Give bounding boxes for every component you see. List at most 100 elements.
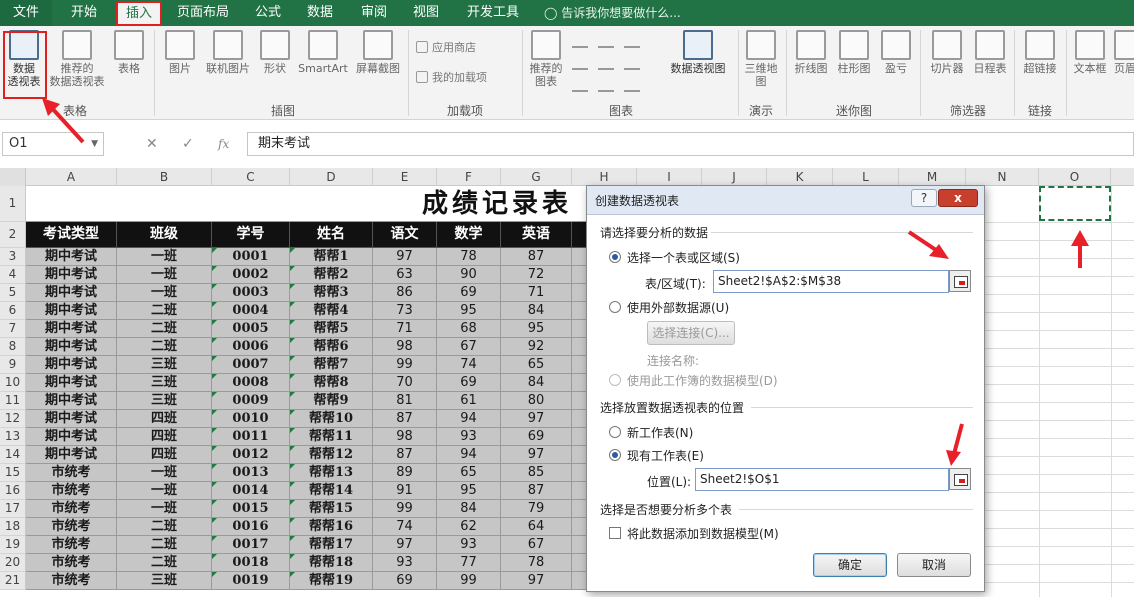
- table-header-cell[interactable]: 姓名: [290, 222, 373, 248]
- table-cell[interactable]: 市统考: [26, 464, 117, 482]
- column-chart-icon[interactable]: [572, 34, 588, 48]
- table-cell[interactable]: 二班: [117, 536, 212, 554]
- table-cell[interactable]: 97: [373, 536, 437, 554]
- row-header[interactable]: 19: [0, 536, 26, 554]
- table-cell[interactable]: 期中考试: [26, 356, 117, 374]
- bar-chart-icon[interactable]: [598, 78, 614, 92]
- table-cell[interactable]: 70: [373, 374, 437, 392]
- table-header-cell[interactable]: 数学: [437, 222, 501, 248]
- table-cell[interactable]: 0015: [212, 500, 290, 518]
- table-cell[interactable]: 61: [437, 392, 501, 410]
- row-header[interactable]: 12: [0, 410, 26, 428]
- online-picture-button[interactable]: 联机图片: [202, 30, 254, 75]
- table-cell[interactable]: 97: [501, 446, 572, 464]
- table-cell[interactable]: 市统考: [26, 500, 117, 518]
- recommended-charts-button[interactable]: 推荐的 图表: [526, 30, 566, 88]
- table-cell[interactable]: 80: [501, 392, 572, 410]
- table-cell[interactable]: 市统考: [26, 518, 117, 536]
- help-button[interactable]: ?: [911, 189, 937, 207]
- row-header[interactable]: 1: [0, 186, 26, 222]
- screenshot-button[interactable]: 屏幕截图: [352, 30, 404, 75]
- row-header[interactable]: 20: [0, 554, 26, 572]
- cancel-icon[interactable]: ✕: [146, 132, 158, 156]
- column-header-f[interactable]: F: [437, 168, 501, 186]
- table-cell[interactable]: 94: [437, 410, 501, 428]
- row-header[interactable]: 6: [0, 302, 26, 320]
- sheet-title[interactable]: 成绩记录表: [26, 186, 586, 222]
- table-cell[interactable]: 97: [501, 410, 572, 428]
- my-addins-button[interactable]: 我的加载项: [416, 70, 487, 86]
- line-chart-icon[interactable]: [572, 56, 588, 70]
- table-cell[interactable]: 帮帮14: [290, 482, 373, 500]
- table-cell[interactable]: 87: [501, 482, 572, 500]
- column-header-j[interactable]: J: [702, 168, 767, 186]
- table-cell[interactable]: 0019: [212, 572, 290, 590]
- column-header-h[interactable]: H: [572, 168, 637, 186]
- table-cell[interactable]: 65: [437, 464, 501, 482]
- table-cell[interactable]: 69: [501, 428, 572, 446]
- shapes-button[interactable]: 形状: [258, 30, 292, 75]
- table-cell[interactable]: 92: [501, 338, 572, 356]
- choose-connection-button[interactable]: 选择连接(C)...: [647, 321, 735, 345]
- table-cell[interactable]: 74: [437, 356, 501, 374]
- radio-existing-sheet[interactable]: [609, 449, 621, 461]
- radio-new-sheet[interactable]: [609, 426, 621, 438]
- table-cell[interactable]: 市统考: [26, 482, 117, 500]
- table-cell[interactable]: 98: [373, 428, 437, 446]
- table-cell[interactable]: 帮帮1: [290, 248, 373, 266]
- waterfall-chart-icon[interactable]: [624, 34, 640, 48]
- table-cell[interactable]: 帮帮5: [290, 320, 373, 338]
- table-cell[interactable]: 0011: [212, 428, 290, 446]
- row-header[interactable]: 16: [0, 482, 26, 500]
- table-cell[interactable]: 86: [373, 284, 437, 302]
- table-cell[interactable]: 98: [373, 338, 437, 356]
- table-cell[interactable]: 84: [437, 500, 501, 518]
- 3d-map-button[interactable]: 三维地 图: [742, 30, 780, 88]
- winloss-sparkline-button[interactable]: 盈亏: [878, 30, 914, 75]
- table-cell[interactable]: 74: [373, 518, 437, 536]
- table-cell[interactable]: 0008: [212, 374, 290, 392]
- table-cell[interactable]: 0018: [212, 554, 290, 572]
- table-cell[interactable]: 0016: [212, 518, 290, 536]
- tell-me-box[interactable]: ◯ 告诉我你想要做什么...: [544, 0, 681, 26]
- column-header-k[interactable]: K: [767, 168, 833, 186]
- table-cell[interactable]: 89: [373, 464, 437, 482]
- table-cell[interactable]: 期中考试: [26, 446, 117, 464]
- table-cell[interactable]: 84: [501, 374, 572, 392]
- row-header[interactable]: 15: [0, 464, 26, 482]
- tab-home[interactable]: 开始: [60, 0, 108, 26]
- table-cell[interactable]: 90: [437, 266, 501, 284]
- hierarchy-chart-icon[interactable]: [598, 34, 614, 48]
- table-cell[interactable]: 帮帮10: [290, 410, 373, 428]
- table-cell[interactable]: 97: [501, 572, 572, 590]
- table-cell[interactable]: 帮帮15: [290, 500, 373, 518]
- table-cell[interactable]: 78: [501, 554, 572, 572]
- table-cell[interactable]: 帮帮6: [290, 338, 373, 356]
- column-header-i[interactable]: I: [637, 168, 702, 186]
- tab-file[interactable]: 文件: [0, 0, 52, 26]
- pivot-chart-button[interactable]: 数据透视图: [664, 30, 732, 75]
- timeline-button[interactable]: 日程表: [970, 30, 1010, 75]
- row-header[interactable]: 21: [0, 572, 26, 590]
- row-header[interactable]: 2: [0, 222, 26, 248]
- table-cell[interactable]: 一班: [117, 464, 212, 482]
- table-cell[interactable]: 二班: [117, 554, 212, 572]
- tab-insert[interactable]: 插入: [116, 1, 162, 26]
- table-cell[interactable]: 一班: [117, 482, 212, 500]
- table-cell[interactable]: 帮帮13: [290, 464, 373, 482]
- table-cell[interactable]: 帮帮18: [290, 554, 373, 572]
- table-cell[interactable]: 0009: [212, 392, 290, 410]
- table-cell[interactable]: 期中考试: [26, 302, 117, 320]
- table-cell[interactable]: 64: [501, 518, 572, 536]
- textbox-button[interactable]: 文本框: [1070, 30, 1110, 75]
- row-header[interactable]: 10: [0, 374, 26, 392]
- table-cell[interactable]: 63: [373, 266, 437, 284]
- add-to-model-checkbox[interactable]: [609, 527, 621, 539]
- table-cell[interactable]: 73: [373, 302, 437, 320]
- table-cell[interactable]: 0017: [212, 536, 290, 554]
- table-cell[interactable]: 帮帮16: [290, 518, 373, 536]
- selected-cell-o1[interactable]: [1039, 186, 1111, 221]
- column-header-c[interactable]: C: [212, 168, 290, 186]
- table-cell[interactable]: 0012: [212, 446, 290, 464]
- select-all-corner[interactable]: [0, 168, 26, 186]
